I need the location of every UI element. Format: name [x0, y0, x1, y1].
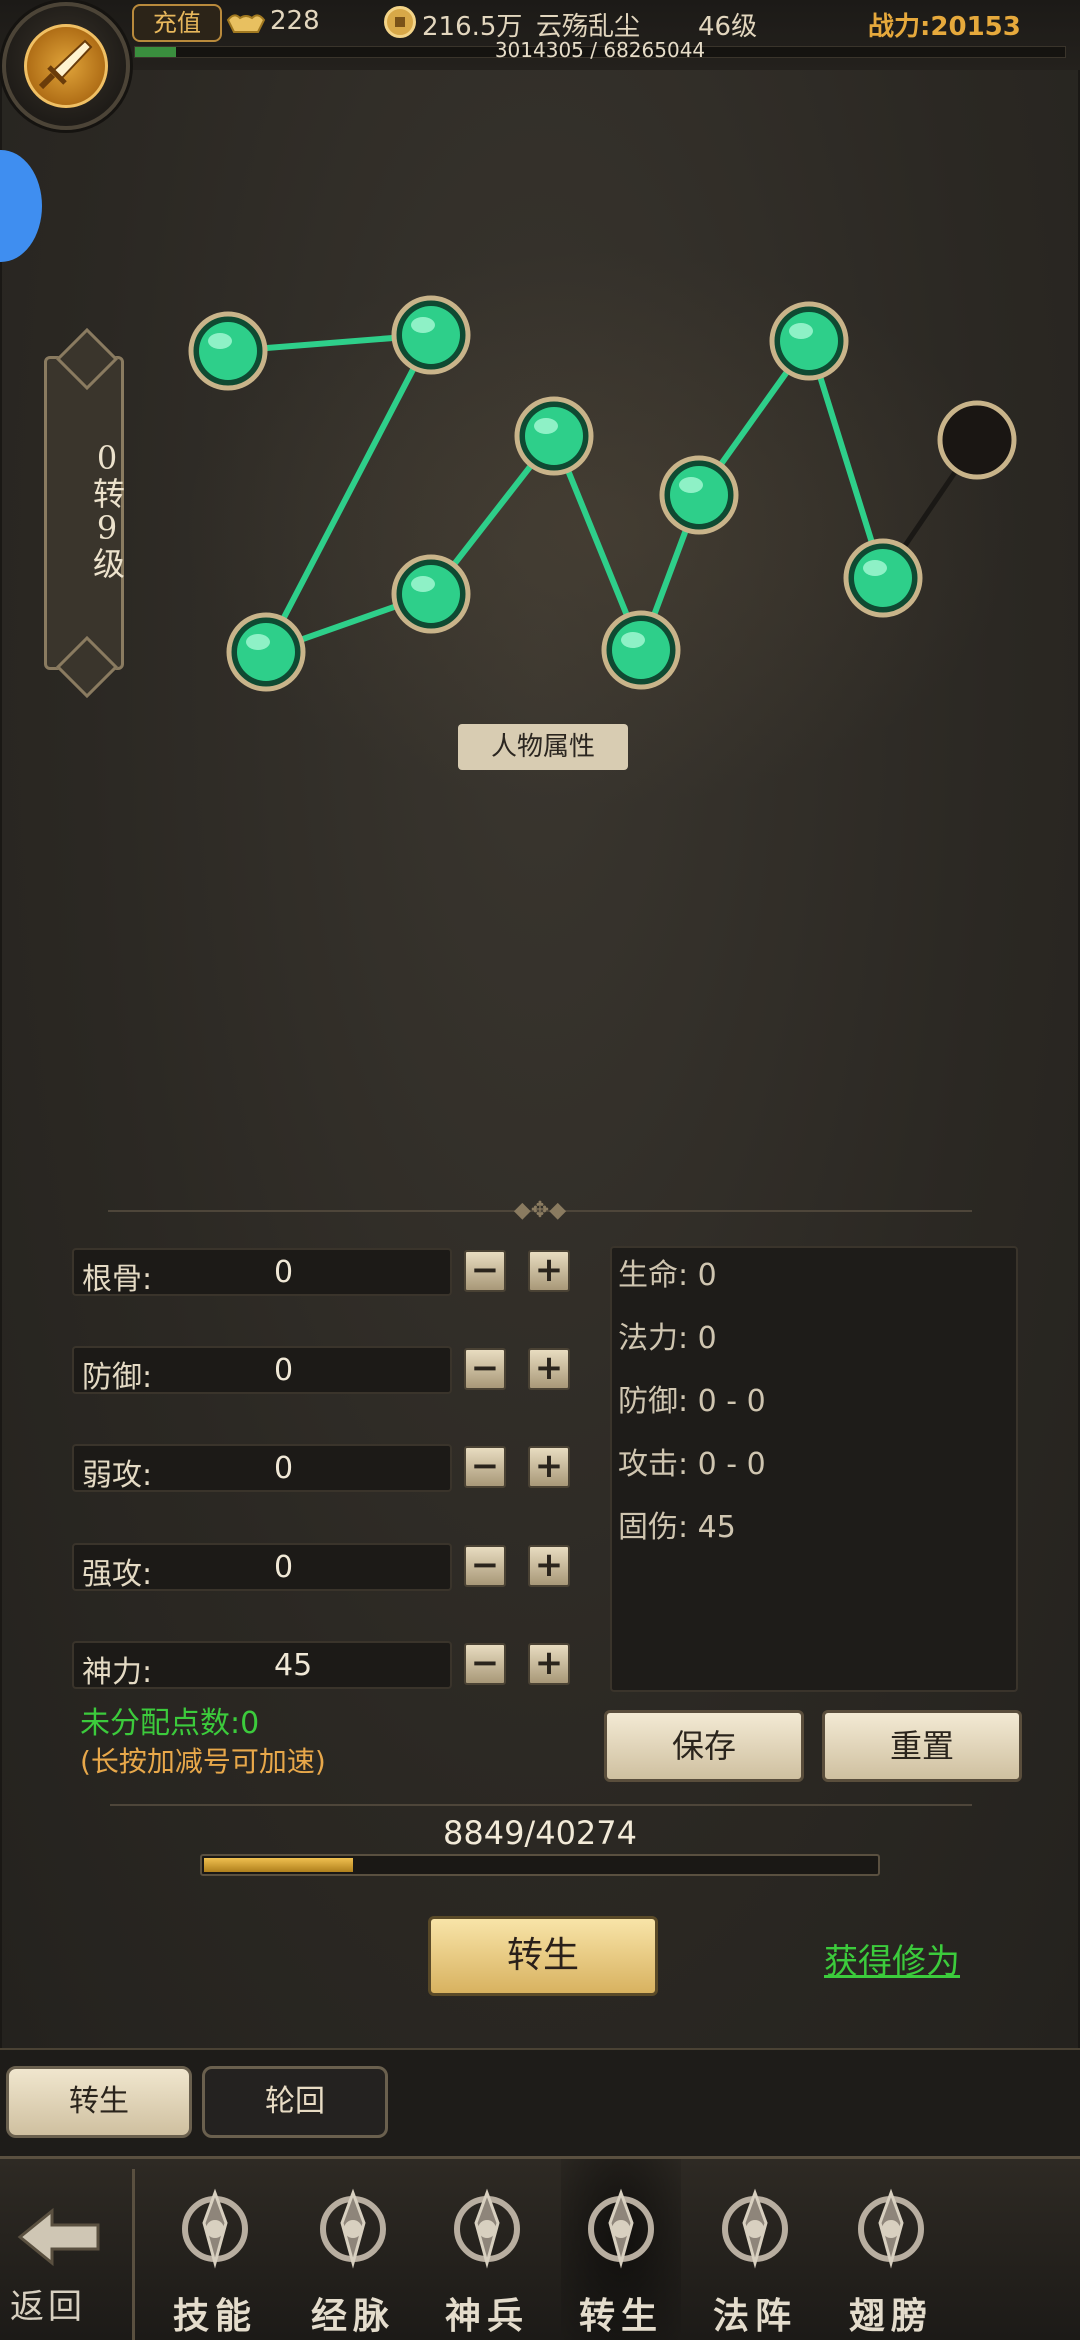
result-line: 生命: 0	[618, 1258, 717, 1293]
stat-row: 弱攻: 0	[72, 1444, 452, 1493]
meridian-icon	[320, 2188, 386, 2269]
nav-separator	[132, 2169, 135, 2340]
increase-button[interactable]: +	[528, 1348, 570, 1390]
result-line: 防御: 0 - 0	[618, 1384, 766, 1419]
decrease-button[interactable]: −	[464, 1250, 506, 1292]
attribute-result-panel: 生命: 0 法力: 0 防御: 0 - 0 攻击: 0 - 0 固伤: 45	[610, 1246, 1018, 1692]
coin-icon	[384, 6, 416, 38]
nav-label: 翅膀	[848, 2295, 933, 2337]
wings-icon	[858, 2188, 924, 2269]
gold-ingot-icon	[226, 14, 266, 33]
combat-power: 战力:20153	[868, 6, 1021, 43]
experience-text: 3014305 / 68265044	[494, 38, 706, 62]
character-attributes-title: 人物属性	[458, 724, 628, 770]
rebirth-icon	[588, 2188, 654, 2269]
get-cultivation-link[interactable]: 获得修为	[824, 1934, 960, 1983]
decrease-button[interactable]: −	[464, 1643, 506, 1685]
ingot-count: 228	[270, 6, 320, 36]
nav-item[interactable]: 翅膀	[826, 2159, 956, 2340]
increase-button[interactable]: +	[528, 1643, 570, 1685]
constellation-node-lit	[391, 554, 471, 634]
stat-row: 防御: 0	[72, 1346, 452, 1395]
constellation-node-lit	[769, 301, 849, 381]
nav-label: 转生	[578, 2295, 663, 2337]
stat-value: 0	[274, 1451, 294, 1486]
stat-value: 0	[274, 1255, 294, 1290]
combat-power-value: 20153	[930, 12, 1021, 42]
divider-ornament-icon: ◆✥◆	[513, 1198, 567, 1223]
save-button[interactable]: 保存	[604, 1710, 804, 1782]
rebirth-level-badge: 0转9级	[44, 356, 126, 670]
constellation-node-lit	[843, 538, 923, 618]
divine-weapon-icon	[454, 2188, 520, 2269]
stat-label: 根骨:	[82, 1262, 153, 1297]
rebirth-level-text: 0转9级	[88, 439, 126, 579]
constellation-links	[227, 331, 886, 659]
progress-divider	[110, 1804, 972, 1806]
rebirth-constellation	[188, 295, 1017, 692]
nav-item[interactable]: 神兵	[422, 2159, 552, 2340]
subtab-reincarnation[interactable]: 轮回	[202, 2066, 388, 2138]
cultivation-progress-bar	[200, 1854, 880, 1876]
increase-button[interactable]: +	[528, 1545, 570, 1587]
unallocated-points: 未分配点数:0	[80, 1706, 260, 1741]
result-line: 攻击: 0 - 0	[618, 1447, 766, 1482]
stat-row: 强攻: 0	[72, 1543, 452, 1592]
player-avatar[interactable]	[2, 2, 130, 130]
cultivation-progress-fill	[204, 1858, 353, 1872]
nav-back-label: 返回	[10, 2287, 86, 2327]
stat-label: 弱攻:	[82, 1458, 153, 1493]
stat-row: 神力: 45	[72, 1641, 452, 1690]
stat-value: 0	[274, 1353, 294, 1388]
increase-button[interactable]: +	[528, 1446, 570, 1488]
stat-value: 45	[274, 1648, 313, 1683]
bottom-navigation: 返回 技能 经脉 神兵 转生 法阵 翅膀	[0, 2156, 1080, 2340]
constellation-node-lit	[601, 610, 681, 690]
nav-back[interactable]: 返回	[0, 2159, 130, 2340]
stat-value: 0	[274, 1550, 294, 1585]
experience-bar-fill	[135, 47, 176, 57]
stat-label: 防御:	[82, 1360, 153, 1395]
nav-label: 技能	[172, 2295, 257, 2337]
result-line: 法力: 0	[618, 1321, 717, 1356]
nav-item[interactable]: 技能	[150, 2159, 280, 2340]
decrease-button[interactable]: −	[464, 1348, 506, 1390]
increase-button[interactable]: +	[528, 1250, 570, 1292]
subtab-rebirth[interactable]: 转生	[6, 2066, 192, 2138]
decrease-button[interactable]: −	[464, 1545, 506, 1587]
stat-row: 根骨: 0	[72, 1248, 452, 1297]
constellation-node-lit	[514, 396, 594, 476]
nav-label: 法阵	[712, 2295, 797, 2337]
constellation-node-lit	[659, 455, 739, 535]
skills-icon	[182, 2188, 248, 2269]
result-line: 固伤: 45	[618, 1510, 736, 1545]
reset-button[interactable]: 重置	[822, 1710, 1022, 1782]
combat-power-label: 战力:	[868, 12, 931, 42]
nav-label: 神兵	[444, 2295, 529, 2337]
cultivation-progress-text: 8849/40274	[442, 1814, 637, 1852]
constellation-node-lit	[226, 612, 306, 692]
stat-label: 强攻:	[82, 1557, 153, 1592]
back-arrow-icon	[17, 2207, 100, 2267]
sword-class-icon	[24, 24, 108, 108]
top-status-bar: 充值 228 216.5万 云殇乱尘 46级 战力:20153 3014305 …	[0, 0, 1080, 70]
decrease-button[interactable]: −	[464, 1446, 506, 1488]
nav-item[interactable]: 法阵	[690, 2159, 820, 2340]
recharge-button[interactable]: 充值	[132, 4, 222, 42]
sub-tab-bar: 转生 轮回	[0, 2048, 1080, 2156]
constellation-node-lit	[391, 295, 471, 375]
nav-label: 经脉	[310, 2295, 395, 2337]
constellation-node-locked	[937, 400, 1017, 480]
nav-item[interactable]: 转生	[556, 2159, 686, 2340]
rebirth-button[interactable]: 转生	[428, 1916, 658, 1996]
constellation-node-lit	[188, 311, 268, 391]
nav-item[interactable]: 经脉	[288, 2159, 418, 2340]
speedup-hint: (长按加减号可加速)	[80, 1745, 326, 1778]
formation-icon	[722, 2188, 788, 2269]
stat-label: 神力:	[82, 1655, 153, 1690]
